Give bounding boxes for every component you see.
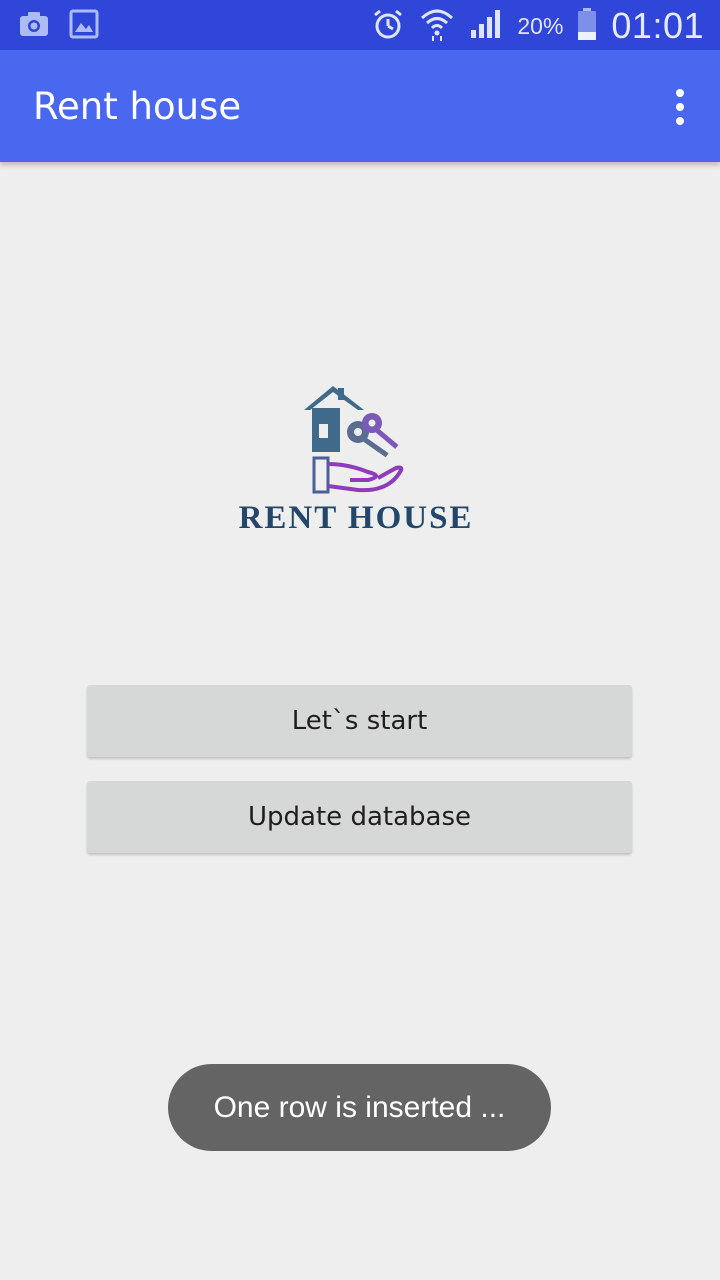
logo-text: RENT HOUSE — [239, 500, 474, 536]
toast-message: One row is inserted ... — [168, 1064, 551, 1151]
camera-icon — [18, 8, 50, 45]
gallery-icon — [68, 8, 100, 45]
update-database-button[interactable]: Update database — [87, 781, 632, 853]
more-vert-icon[interactable] — [670, 88, 690, 126]
battery-percent: 20% — [517, 12, 564, 39]
status-time: 01:01 — [611, 5, 704, 46]
app-title: Rent house — [33, 85, 242, 128]
lets-start-button[interactable]: Let`s start — [87, 685, 632, 757]
keys-icon — [347, 413, 399, 458]
rent-house-logo: RENT HOUSE — [218, 380, 494, 540]
battery-icon — [577, 7, 597, 46]
signal-icon — [469, 8, 503, 45]
wifi-icon — [419, 6, 455, 47]
hand-icon — [312, 456, 404, 494]
app-bar: Rent house — [0, 50, 720, 162]
alarm-icon — [371, 7, 405, 46]
status-bar-notifications — [18, 8, 100, 45]
status-bar: 20% 01:01 — [0, 0, 720, 50]
status-bar-system: 20% 01:01 — [371, 4, 704, 48]
